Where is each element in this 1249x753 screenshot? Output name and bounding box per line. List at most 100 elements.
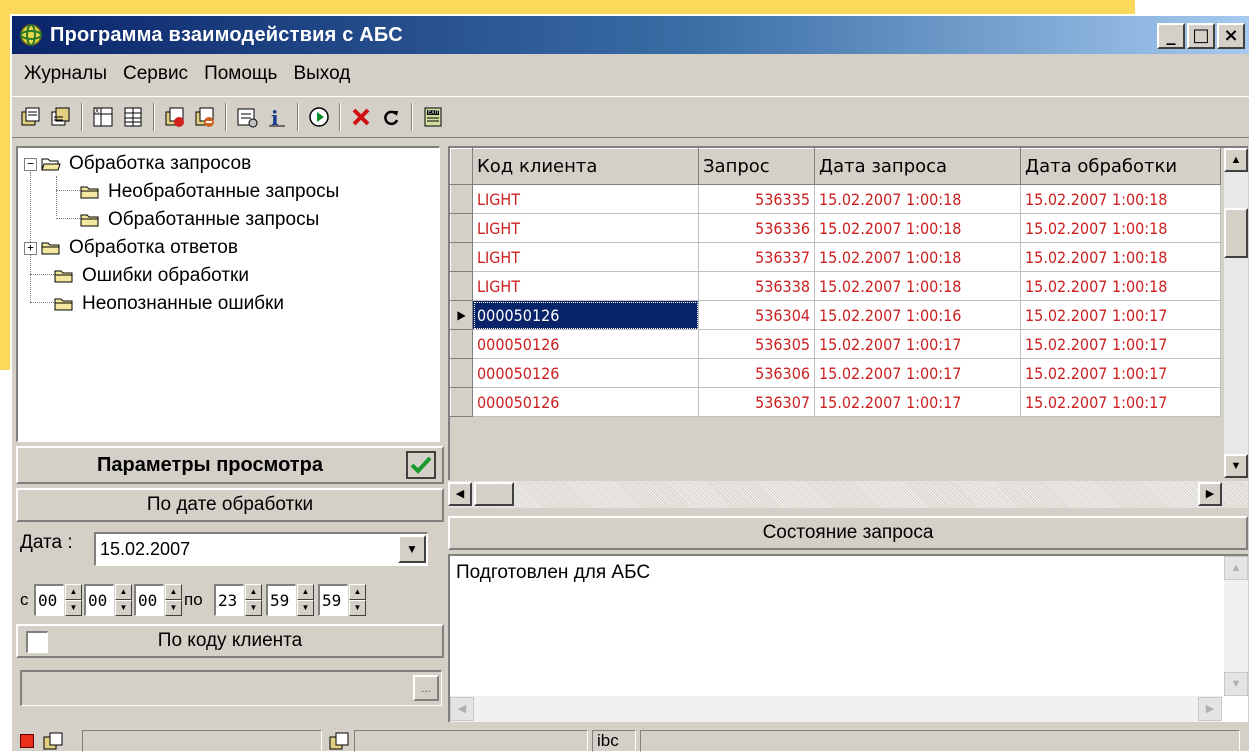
row-indicator[interactable]: [450, 358, 473, 388]
table-row[interactable]: 000050126 536307 15.02.2007 1:00:17 15.02.2…: [450, 387, 1221, 417]
row-indicator[interactable]: [450, 213, 473, 243]
scroll-thumb[interactable]: [474, 482, 514, 506]
date-picker[interactable]: 15.02.2007 ▼: [94, 532, 428, 566]
scroll-left-button[interactable]: ◀: [448, 482, 472, 506]
cell-processing-date[interactable]: 15.02.2007 1:00:18: [1020, 271, 1221, 301]
scroll-left-button[interactable]: ◀: [450, 697, 474, 721]
memo-vertical-scrollbar[interactable]: ▲ ▼: [1224, 556, 1248, 696]
current-row-indicator-icon[interactable]: ▶: [450, 300, 473, 330]
cell-request-date[interactable]: 15.02.2007 1:00:17: [814, 358, 1021, 388]
cell-request[interactable]: 536307: [698, 387, 815, 417]
table-row[interactable]: LIGHT 536338 15.02.2007 1:00:18 15.02.2007 …: [450, 271, 1221, 301]
time-to-hour-spinner[interactable]: ▲ ▼: [245, 584, 262, 616]
client-code-field[interactable]: ...: [20, 670, 442, 706]
cell-request-date[interactable]: 15.02.2007 1:00:17: [814, 387, 1021, 417]
expand-icon[interactable]: +: [24, 241, 37, 255]
cell-processing-date[interactable]: 15.02.2007 1:00:17: [1020, 387, 1221, 417]
grid-vertical-scrollbar[interactable]: ▲ ▼: [1224, 148, 1248, 478]
info-icon[interactable]: i: [262, 101, 292, 133]
maximize-button[interactable]: □: [1187, 23, 1215, 49]
export-icon[interactable]: X: [88, 101, 118, 133]
scroll-down-button[interactable]: ▼: [1224, 454, 1248, 478]
time-from-second[interactable]: 00: [134, 584, 164, 616]
cell-processing-date[interactable]: 15.02.2007 1:00:18: [1020, 213, 1221, 243]
cell-request[interactable]: 536336: [698, 213, 815, 243]
menu-help[interactable]: Помощь: [196, 63, 285, 85]
time-to-minute[interactable]: 59: [266, 584, 296, 616]
requests-grid[interactable]: Код клиента Запрос Дата запроса Дата обр…: [448, 146, 1248, 508]
row-indicator[interactable]: [450, 184, 473, 214]
settings-icon[interactable]: [232, 101, 262, 133]
column-header-request[interactable]: Запрос: [698, 148, 815, 185]
minimize-button[interactable]: _: [1157, 23, 1185, 49]
delete-icon[interactable]: [346, 101, 376, 133]
cell-client-code[interactable]: LIGHT: [472, 242, 699, 272]
column-header-request-date[interactable]: Дата запроса: [814, 148, 1021, 185]
cell-processing-date[interactable]: 15.02.2007 1:00:17: [1020, 358, 1221, 388]
cell-request-date[interactable]: 15.02.2007 1:00:18: [814, 184, 1021, 214]
memo-horizontal-scrollbar[interactable]: ◀ ▶: [450, 696, 1222, 722]
cell-request-date[interactable]: 15.02.2007 1:00:17: [814, 329, 1021, 359]
journal-tree[interactable]: − Обработка запросов Необработанные запр…: [16, 146, 440, 442]
table-row[interactable]: LIGHT 536335 15.02.2007 1:00:18 15.02.2007 …: [450, 184, 1221, 214]
menu-service[interactable]: Сервис: [115, 63, 196, 85]
time-from-minute[interactable]: 00: [84, 584, 114, 616]
journal-alt-icon[interactable]: [46, 101, 76, 133]
time-to-minute-spinner[interactable]: ▲ ▼: [297, 584, 314, 616]
row-indicator[interactable]: [450, 329, 473, 359]
tree-node-requests[interactable]: − Обработка запросов: [24, 150, 251, 178]
tree-node-unknown-errors[interactable]: Неопознанные ошибки: [54, 290, 284, 318]
time-from-hour[interactable]: 00: [34, 584, 64, 616]
menu-journals[interactable]: Журналы: [16, 63, 115, 85]
exit-icon[interactable]: EXIT: [418, 101, 448, 133]
close-button[interactable]: ×: [1217, 23, 1245, 49]
cell-processing-date[interactable]: 15.02.2007 1:00:17: [1020, 300, 1221, 330]
cell-request-date[interactable]: 15.02.2007 1:00:18: [814, 242, 1021, 272]
time-to-second-spinner[interactable]: ▲ ▼: [349, 584, 366, 616]
table-row[interactable]: 000050126 536305 15.02.2007 1:00:17 15.02.2…: [450, 329, 1221, 359]
cell-client-code[interactable]: 000050126: [472, 329, 699, 359]
cell-processing-date[interactable]: 15.02.2007 1:00:18: [1020, 242, 1221, 272]
scroll-thumb[interactable]: [1224, 208, 1248, 258]
run-icon[interactable]: [304, 101, 334, 133]
cell-request-date[interactable]: 15.02.2007 1:00:16: [814, 300, 1021, 330]
time-from-minute-spinner[interactable]: ▲ ▼: [115, 584, 132, 616]
row-indicator[interactable]: [450, 387, 473, 417]
table-row[interactable]: LIGHT 536337 15.02.2007 1:00:18 15.02.2007 …: [450, 242, 1221, 272]
table-row[interactable]: LIGHT 536336 15.02.2007 1:00:18 15.02.2007 …: [450, 213, 1221, 243]
scroll-up-button[interactable]: ▲: [1224, 556, 1248, 580]
cell-client-code[interactable]: 000050126: [472, 358, 699, 388]
cell-request[interactable]: 536335: [698, 184, 815, 214]
request-state-memo[interactable]: Подготовлен для АБС ▲ ▼ ◀ ▶: [448, 554, 1248, 722]
table-icon[interactable]: [118, 101, 148, 133]
cell-client-code[interactable]: LIGHT: [472, 213, 699, 243]
collapse-icon[interactable]: −: [24, 157, 37, 171]
cell-request[interactable]: 536305: [698, 329, 815, 359]
cell-request[interactable]: 536337: [698, 242, 815, 272]
table-row[interactable]: ▶ 000050126 536304 15.02.2007 1:00:16 15.02.…: [450, 300, 1221, 330]
journal-icon[interactable]: [16, 101, 46, 133]
tree-node-processed[interactable]: Обработанные запросы: [80, 206, 319, 234]
browse-button[interactable]: ...: [413, 675, 439, 701]
cell-request[interactable]: 536304: [698, 300, 815, 330]
journal-error-icon[interactable]: [160, 101, 190, 133]
table-row[interactable]: 000050126 536306 15.02.2007 1:00:17 15.02.2…: [450, 358, 1221, 388]
cell-request-date[interactable]: 15.02.2007 1:00:18: [814, 213, 1021, 243]
apply-button[interactable]: [406, 451, 436, 479]
cell-processing-date[interactable]: 15.02.2007 1:00:18: [1020, 184, 1221, 214]
scroll-right-button[interactable]: ▶: [1198, 482, 1222, 506]
row-indicator[interactable]: [450, 242, 473, 272]
scroll-up-button[interactable]: ▲: [1224, 148, 1248, 172]
tree-node-responses[interactable]: + Обработка ответов: [24, 234, 238, 262]
scroll-down-button[interactable]: ▼: [1224, 672, 1248, 696]
cell-request[interactable]: 536338: [698, 271, 815, 301]
time-from-hour-spinner[interactable]: ▲ ▼: [65, 584, 82, 616]
journal-stop-icon[interactable]: [190, 101, 220, 133]
row-indicator[interactable]: [450, 271, 473, 301]
cell-processing-date[interactable]: 15.02.2007 1:00:17: [1020, 329, 1221, 359]
chevron-down-icon[interactable]: ▼: [398, 535, 426, 563]
menu-exit[interactable]: Выход: [285, 63, 358, 85]
column-header-client-code[interactable]: Код клиента: [472, 148, 699, 185]
by-client-toggle[interactable]: По коду клиента: [16, 624, 444, 658]
by-date-button[interactable]: По дате обработки: [16, 488, 444, 522]
